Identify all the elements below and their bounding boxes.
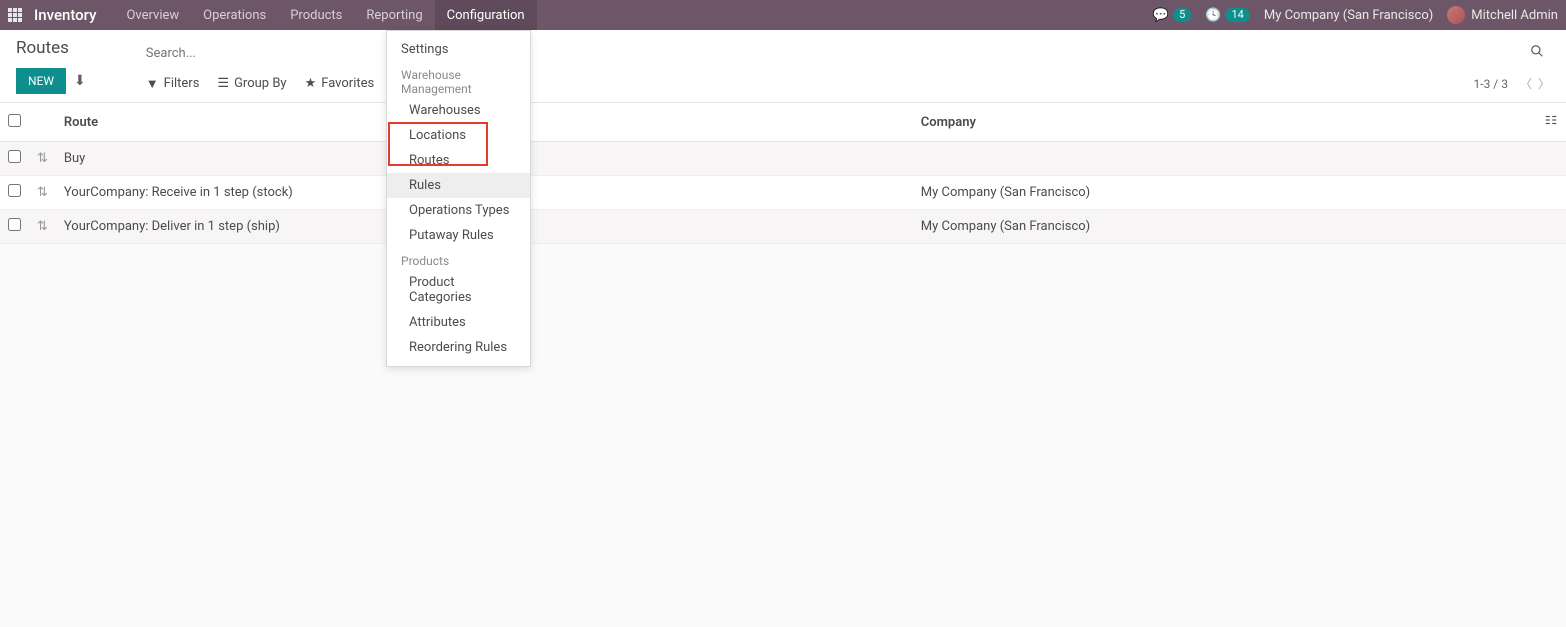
header-checkbox-col: [0, 103, 29, 142]
drag-handle-icon[interactable]: ⇅: [37, 151, 48, 166]
dd-product-categories[interactable]: Product Categories: [387, 270, 530, 310]
funnel-icon: ▼: [146, 76, 159, 92]
drag-handle-icon[interactable]: ⇅: [37, 219, 48, 234]
row-checkbox[interactable]: [8, 184, 21, 197]
messages-count: 5: [1173, 8, 1191, 22]
activities-indicator[interactable]: 🕓 14: [1205, 8, 1250, 23]
clock-icon: 🕓: [1205, 8, 1221, 23]
search-icon: [1530, 47, 1544, 62]
table-header-row: Route Company: [0, 103, 1566, 142]
header-options: [1536, 103, 1566, 142]
drag-handle-icon[interactable]: ⇅: [37, 185, 48, 200]
select-all-checkbox[interactable]: [8, 114, 21, 127]
activities-count: 14: [1225, 8, 1249, 22]
dd-reordering-rules[interactable]: Reordering Rules: [387, 335, 530, 360]
dd-header-warehouse: Warehouse Management: [387, 62, 530, 98]
control-right: ▼ Filters ☰ Group By ★ Favorites 1-3 / 3…: [146, 38, 1550, 102]
apps-icon[interactable]: [8, 8, 22, 22]
dd-routes[interactable]: Routes: [387, 148, 530, 173]
download-icon: ⬇: [74, 73, 86, 89]
topnav-right: 💬 5 🕓 14 My Company (San Francisco) Mitc…: [1153, 0, 1558, 30]
pager-text: 1-3 / 3: [1474, 77, 1508, 91]
user-menu[interactable]: Mitchell Admin: [1447, 6, 1558, 24]
dd-rules[interactable]: Rules: [387, 173, 530, 198]
table-row[interactable]: ⇅ YourCompany: Receive in 1 step (stock)…: [0, 176, 1566, 210]
filter-group: ▼ Filters ☰ Group By ★ Favorites: [146, 76, 374, 92]
layers-icon: ☰: [217, 76, 229, 91]
favorites-button[interactable]: ★ Favorites: [305, 76, 375, 91]
header-company[interactable]: Company: [913, 103, 1536, 142]
new-button[interactable]: NEW: [16, 68, 66, 94]
dd-settings[interactable]: Settings: [387, 37, 530, 62]
nav-reporting[interactable]: Reporting: [354, 0, 434, 30]
dd-locations[interactable]: Locations: [387, 123, 530, 148]
cell-company: [913, 142, 1536, 176]
dd-op-types[interactable]: Operations Types: [387, 198, 530, 223]
top-nav: Inventory Overview Operations Products R…: [0, 0, 1566, 30]
groupby-button[interactable]: ☰ Group By: [217, 76, 286, 91]
app-brand[interactable]: Inventory: [34, 6, 96, 24]
company-selector[interactable]: My Company (San Francisco): [1264, 8, 1433, 23]
row-checkbox[interactable]: [8, 150, 21, 163]
control-panel: Routes NEW ⬇ ▼ Filters ☰: [0, 30, 1566, 103]
table-row[interactable]: ⇅ YourCompany: Deliver in 1 step (ship) …: [0, 210, 1566, 244]
pager-next[interactable]: 〉: [1538, 75, 1550, 92]
nav-configuration[interactable]: Configuration: [435, 0, 537, 30]
pager: 1-3 / 3 〈 〉: [1474, 75, 1550, 92]
avatar-icon: [1447, 6, 1465, 24]
favorites-label: Favorites: [321, 76, 374, 91]
chat-icon: 💬: [1153, 8, 1169, 23]
dd-header-products: Products: [387, 248, 530, 270]
filters-button[interactable]: ▼ Filters: [146, 76, 200, 92]
dd-attributes[interactable]: Attributes: [387, 310, 530, 335]
header-handle-col: [29, 103, 56, 142]
nav-products[interactable]: Products: [278, 0, 354, 30]
download-button[interactable]: ⬇: [74, 73, 86, 89]
search-button[interactable]: [1524, 44, 1550, 62]
control-left: Routes NEW ⬇: [16, 38, 86, 102]
cell-company: My Company (San Francisco): [913, 210, 1536, 244]
messages-indicator[interactable]: 💬 5: [1153, 8, 1191, 23]
pager-prev[interactable]: 〈: [1520, 75, 1532, 92]
dd-putaway[interactable]: Putaway Rules: [387, 223, 530, 248]
pager-arrows: 〈 〉: [1520, 75, 1550, 92]
table-row[interactable]: ⇅ Buy: [0, 142, 1566, 176]
row-checkbox[interactable]: [8, 218, 21, 231]
routes-table: Route Company ⇅ Buy ⇅ YourCompany: Recei…: [0, 103, 1566, 244]
filters-label: Filters: [164, 76, 200, 91]
action-buttons: NEW ⬇: [16, 68, 86, 102]
dd-warehouses[interactable]: Warehouses: [387, 98, 530, 123]
star-icon: ★: [305, 76, 317, 91]
nav-overview[interactable]: Overview: [114, 0, 191, 30]
nav-operations[interactable]: Operations: [191, 0, 278, 30]
search-row: [146, 38, 1550, 69]
search-input[interactable]: [146, 46, 1524, 61]
user-name: Mitchell Admin: [1471, 8, 1558, 23]
columns-options-icon[interactable]: [1544, 116, 1558, 131]
topnav-left: Inventory Overview Operations Products R…: [8, 0, 537, 30]
page-title: Routes: [16, 38, 86, 58]
cell-company: My Company (San Francisco): [913, 176, 1536, 210]
configuration-dropdown: Settings Warehouse Management Warehouses…: [386, 30, 531, 367]
groupby-label: Group By: [234, 76, 287, 91]
filter-row: ▼ Filters ☰ Group By ★ Favorites 1-3 / 3…: [146, 69, 1550, 102]
